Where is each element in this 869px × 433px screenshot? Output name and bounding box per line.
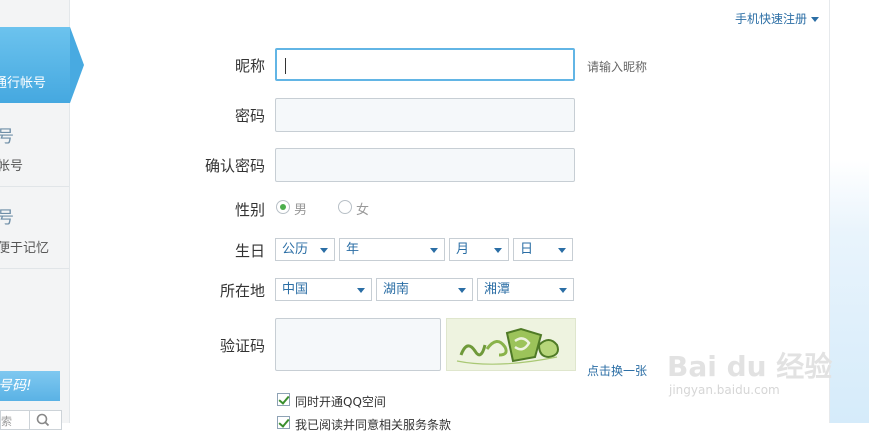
location-country-value: 中国 bbox=[282, 282, 309, 297]
sidebar-item-2-title[interactable]: 号 bbox=[0, 122, 14, 147]
birthday-label: 生日 bbox=[234, 242, 265, 260]
sidebar-search[interactable]: 索 bbox=[0, 410, 62, 430]
confirm-password-input[interactable] bbox=[275, 148, 575, 182]
sidebar-divider bbox=[0, 186, 69, 187]
birthday-year-select[interactable]: 年 bbox=[339, 238, 445, 261]
captcha-label: 验证码 bbox=[219, 337, 265, 355]
gender-female-radio[interactable] bbox=[338, 200, 352, 214]
chevron-down-icon bbox=[458, 288, 466, 293]
checkmark-icon bbox=[278, 416, 290, 428]
chevron-down-icon bbox=[559, 288, 567, 293]
sidebar-item-account[interactable] bbox=[0, 27, 70, 103]
nickname-label: 昵称 bbox=[234, 57, 265, 75]
text-cursor bbox=[285, 58, 286, 74]
location-city-select[interactable]: 湘潭 bbox=[477, 278, 574, 301]
captcha-refresh-link[interactable]: 点击换一张 bbox=[587, 362, 647, 379]
nickname-hint: 请输入昵称 bbox=[587, 60, 648, 74]
sidebar-search-button[interactable] bbox=[29, 411, 61, 429]
sidebar-banner-text: 号码! bbox=[0, 378, 32, 394]
location-province-select[interactable]: 湖南 bbox=[376, 278, 473, 301]
birthday-day-value: 日 bbox=[520, 242, 534, 257]
sidebar-item-3-title[interactable]: 号 bbox=[0, 203, 14, 228]
sidebar-item-2-subtitle: 帐号 bbox=[0, 159, 24, 174]
checkmark-icon bbox=[278, 393, 290, 405]
mobile-register-link[interactable]: 手机快速注册 bbox=[735, 10, 820, 27]
chevron-down-icon bbox=[811, 17, 820, 22]
baidu-watermark: Bai du 经验 jingyan.baidu.com bbox=[667, 345, 832, 397]
chevron-down-icon bbox=[320, 248, 328, 253]
location-label: 所在地 bbox=[219, 282, 265, 300]
sidebar-divider bbox=[0, 268, 69, 269]
terms-checkbox-label[interactable]: 我已阅读并同意相关服务条款 bbox=[295, 416, 451, 433]
location-province-value: 湖南 bbox=[383, 282, 410, 297]
location-city-value: 湘潭 bbox=[484, 282, 511, 297]
gender-male-radio[interactable] bbox=[276, 200, 290, 214]
location-country-select[interactable]: 中国 bbox=[275, 278, 372, 301]
sidebar-active-arrow bbox=[70, 27, 84, 103]
sidebar-search-placeholder: 索 bbox=[1, 415, 12, 428]
gender-female-label[interactable]: 女 bbox=[356, 199, 369, 218]
birthday-calendar-select[interactable]: 公历 bbox=[275, 238, 335, 261]
gender-label: 性别 bbox=[234, 201, 265, 219]
sidebar-item-3-subtitle: 便于记忆 bbox=[0, 241, 50, 256]
nickname-input[interactable] bbox=[275, 48, 575, 81]
chevron-down-icon bbox=[558, 248, 566, 253]
birthday-month-select[interactable]: 月 bbox=[449, 238, 509, 261]
birthday-month-value: 月 bbox=[456, 242, 470, 257]
birthday-day-select[interactable]: 日 bbox=[513, 238, 573, 261]
birthday-calendar-value: 公历 bbox=[282, 242, 309, 257]
sidebar-item-account-label: 通行帐号 bbox=[0, 76, 47, 91]
birthday-year-value: 年 bbox=[346, 242, 360, 257]
qzone-checkbox-label[interactable]: 同时开通QQ空间 bbox=[295, 393, 386, 410]
gender-male-label[interactable]: 男 bbox=[294, 199, 307, 218]
password-input[interactable] bbox=[275, 98, 575, 132]
watermark-sub: jingyan.baidu.com bbox=[669, 383, 780, 397]
password-label: 密码 bbox=[234, 107, 265, 125]
chevron-down-icon bbox=[430, 248, 438, 253]
confirm-password-label: 确认密码 bbox=[204, 157, 265, 175]
search-icon bbox=[36, 413, 50, 427]
background-gradient bbox=[830, 0, 869, 423]
watermark-main: Bai du 经验 bbox=[667, 350, 833, 383]
mobile-register-label: 手机快速注册 bbox=[735, 12, 808, 26]
qzone-checkbox[interactable] bbox=[277, 393, 290, 406]
sidebar: 通行帐号 号 帐号 号 便于记忆 号码! 索 bbox=[0, 0, 84, 430]
captcha-input[interactable] bbox=[275, 318, 441, 371]
captcha-image[interactable] bbox=[446, 318, 576, 371]
chevron-down-icon bbox=[494, 248, 502, 253]
captcha-graphic bbox=[456, 327, 559, 365]
sidebar-banner: 号码! bbox=[0, 371, 60, 401]
chevron-down-icon bbox=[357, 288, 365, 293]
